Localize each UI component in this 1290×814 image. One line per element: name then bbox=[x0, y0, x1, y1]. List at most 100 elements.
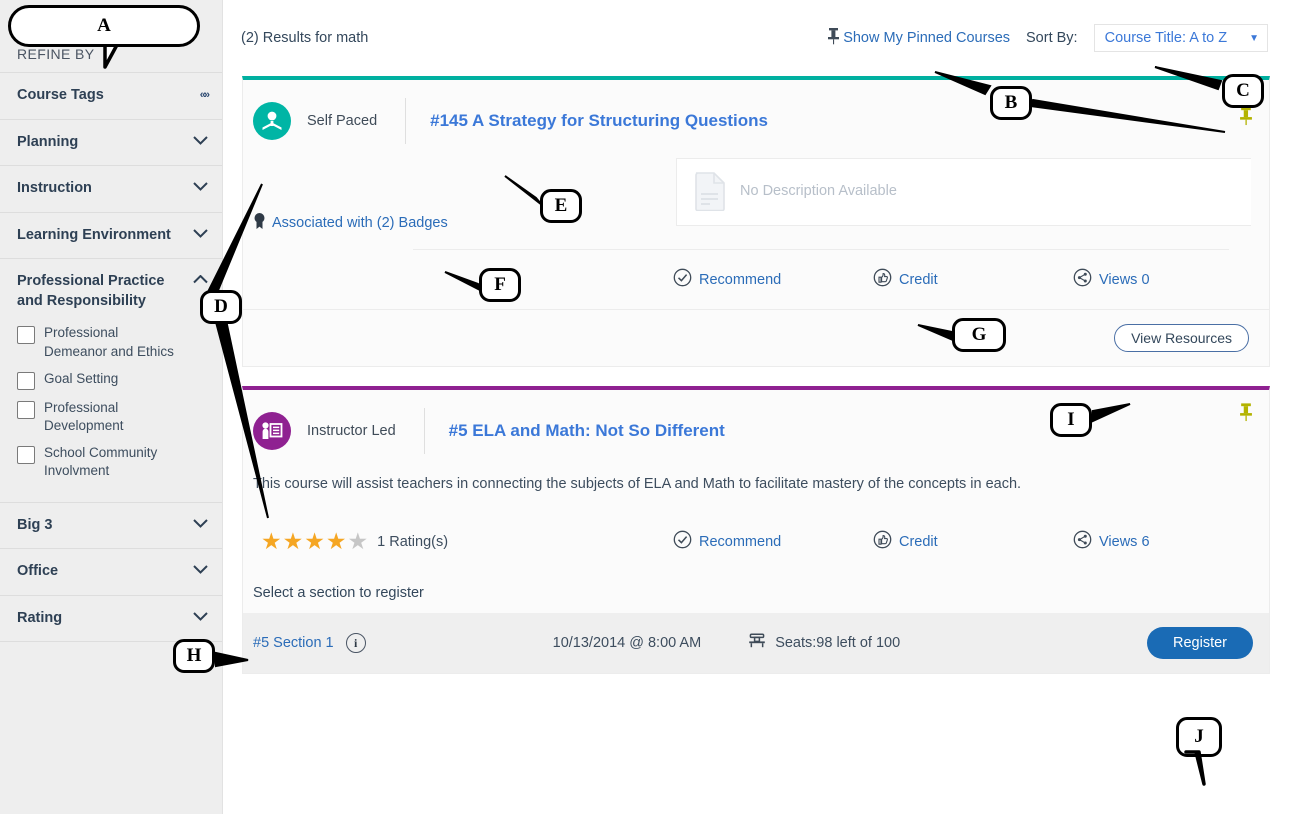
recommend-label: Recommend bbox=[699, 272, 781, 288]
info-icon[interactable]: i bbox=[346, 633, 366, 653]
credit-action[interactable]: Credit bbox=[873, 530, 1073, 553]
course-rating[interactable]: ★ ★ ★ ★ ★ 1 Rating(s) bbox=[253, 530, 673, 553]
instructor-led-presenter-icon bbox=[253, 412, 291, 450]
filter-option[interactable]: Professional Demeanor and Ethics bbox=[17, 324, 212, 360]
results-count-text: (2) Results for math bbox=[241, 30, 368, 46]
course-card-header: Instructor Led #5 ELA and Math: Not So D… bbox=[243, 390, 1269, 468]
filter-option-label: Professional Development bbox=[44, 399, 179, 435]
register-button[interactable]: Register bbox=[1147, 627, 1253, 659]
delivery-mode-label: Instructor Led bbox=[307, 423, 396, 439]
select-section-prompt: Select a section to register bbox=[243, 585, 1269, 613]
views-action[interactable]: Views 6 bbox=[1073, 530, 1233, 553]
course-meta-row: Recommend Credit bbox=[243, 250, 1269, 309]
course-title-link[interactable]: #145 A Strategy for Structuring Question… bbox=[430, 111, 768, 131]
course-meta-row: ★ ★ ★ ★ ★ 1 Rating(s) bbox=[243, 512, 1269, 571]
callout-j-wrapper: J bbox=[1176, 717, 1222, 757]
callout-j: J bbox=[1176, 717, 1222, 757]
rating-count-label: 1 Rating(s) bbox=[377, 534, 448, 550]
views-label: Views 0 bbox=[1099, 272, 1150, 288]
section-name-link[interactable]: #5 Section 1 bbox=[253, 635, 334, 651]
double-chevron-icon: «» bbox=[200, 89, 208, 101]
chevron-down-icon bbox=[193, 612, 208, 621]
checkbox-goal-setting[interactable] bbox=[17, 372, 35, 390]
recommend-label: Recommend bbox=[699, 534, 781, 550]
share-icon bbox=[1073, 530, 1092, 553]
filter-option[interactable]: Goal Setting bbox=[17, 370, 212, 390]
callout-g: G bbox=[952, 318, 1006, 352]
callout-a: A bbox=[8, 5, 200, 47]
sidebar-facet-course-tags[interactable]: Course Tags «» bbox=[0, 72, 222, 119]
seats-label: Seats:98 left of 100 bbox=[775, 635, 900, 651]
course-results-list: Self Paced #145 A Strategy for Structuri… bbox=[223, 76, 1290, 674]
filter-option[interactable]: Professional Development bbox=[17, 399, 212, 435]
checkbox-school-community-involvment[interactable] bbox=[17, 446, 35, 464]
badge-ribbon-icon bbox=[253, 212, 266, 233]
pin-icon bbox=[827, 27, 840, 49]
sidebar-facet-professional-practice[interactable]: Professional Practice and Responsibility bbox=[0, 258, 222, 324]
chevron-down-icon: ▼ bbox=[1249, 33, 1259, 44]
callout-f: F bbox=[479, 268, 521, 302]
chevron-down-icon bbox=[193, 229, 208, 238]
check-circle-icon bbox=[673, 268, 692, 291]
seat-icon bbox=[747, 632, 767, 654]
recommend-action[interactable]: Recommend bbox=[673, 530, 873, 553]
checkbox-professional-development[interactable] bbox=[17, 401, 35, 419]
views-action[interactable]: Views 0 bbox=[1073, 268, 1233, 291]
sidebar-facet-office[interactable]: Office bbox=[0, 548, 222, 595]
associated-badges-link[interactable]: Associated with (2) Badges bbox=[272, 215, 448, 231]
star-icon[interactable]: ★ bbox=[326, 530, 347, 553]
section-seats: Seats:98 left of 100 bbox=[747, 632, 900, 654]
credit-label: Credit bbox=[899, 272, 938, 288]
callout-i: I bbox=[1050, 403, 1092, 437]
facet-label: Professional Practice and Responsibility bbox=[17, 272, 177, 311]
credit-label: Credit bbox=[899, 534, 938, 550]
callout-c: C bbox=[1222, 74, 1264, 108]
chevron-up-icon bbox=[193, 275, 208, 284]
sidebar-facet-learning-environment[interactable]: Learning Environment bbox=[0, 212, 222, 259]
share-icon bbox=[1073, 268, 1092, 291]
star-rating[interactable]: ★ ★ ★ ★ ★ bbox=[261, 530, 368, 553]
course-sections: Select a section to register #5 Section … bbox=[243, 571, 1269, 673]
course-search-page: REFINE BY Course Tags «» Planning Instru… bbox=[0, 0, 1290, 814]
facet-label: Learning Environment bbox=[17, 226, 171, 246]
star-icon[interactable]: ★ bbox=[283, 530, 304, 553]
sidebar-facet-rating[interactable]: Rating bbox=[0, 595, 222, 643]
results-toolbar: (2) Results for math Show My Pinned Cour… bbox=[223, 0, 1290, 76]
facet-label: Big 3 bbox=[17, 516, 52, 536]
sort-by-label: Sort By: bbox=[1026, 30, 1078, 46]
star-icon[interactable]: ★ bbox=[304, 530, 325, 553]
sort-by-value: Course Title: A to Z bbox=[1105, 30, 1228, 46]
sidebar-facet-planning[interactable]: Planning bbox=[0, 119, 222, 166]
facet-label: Planning bbox=[17, 133, 78, 153]
facet-label: Instruction bbox=[17, 179, 92, 199]
course-card-145: Self Paced #145 A Strategy for Structuri… bbox=[242, 76, 1270, 367]
professional-practice-options: Professional Demeanor and Ethics Goal Se… bbox=[0, 324, 222, 501]
credit-action[interactable]: Credit bbox=[873, 268, 1073, 291]
filter-option-label: Professional Demeanor and Ethics bbox=[44, 324, 179, 360]
checkbox-professional-demeanor-and-ethics[interactable] bbox=[17, 326, 35, 344]
self-paced-reader-icon bbox=[253, 102, 291, 140]
star-icon[interactable]: ★ bbox=[261, 530, 282, 553]
star-icon[interactable]: ★ bbox=[348, 530, 369, 553]
sidebar-facet-big-3[interactable]: Big 3 bbox=[0, 502, 222, 549]
course-card-header: Self Paced #145 A Strategy for Structuri… bbox=[243, 80, 1269, 158]
filter-option[interactable]: School Community Involvment bbox=[17, 444, 212, 480]
show-pinned-courses-label: Show My Pinned Courses bbox=[843, 30, 1010, 46]
results-main: (2) Results for math Show My Pinned Cour… bbox=[222, 0, 1290, 814]
recommend-action[interactable]: Recommend bbox=[673, 268, 873, 291]
callout-d: D bbox=[200, 290, 242, 324]
chevron-down-icon bbox=[193, 136, 208, 145]
delivery-mode-label: Self Paced bbox=[307, 113, 377, 129]
sort-by-select[interactable]: Course Title: A to Z ▼ bbox=[1094, 24, 1268, 52]
thumbs-up-icon bbox=[873, 268, 892, 291]
sidebar-facet-instruction[interactable]: Instruction bbox=[0, 165, 222, 212]
toolbar-right: Show My Pinned Courses Sort By: Course T… bbox=[827, 24, 1268, 52]
chevron-down-icon bbox=[193, 182, 208, 191]
chevron-down-icon bbox=[193, 519, 208, 528]
facet-label: Course Tags bbox=[17, 86, 104, 106]
course-description-text: This course will assist teachers in conn… bbox=[243, 468, 1269, 512]
view-resources-button[interactable]: View Resources bbox=[1114, 324, 1249, 352]
show-pinned-courses-link[interactable]: Show My Pinned Courses bbox=[827, 27, 1010, 49]
refine-sidebar: REFINE BY Course Tags «» Planning Instru… bbox=[0, 0, 222, 814]
course-title-link[interactable]: #5 ELA and Math: Not So Different bbox=[449, 421, 725, 441]
